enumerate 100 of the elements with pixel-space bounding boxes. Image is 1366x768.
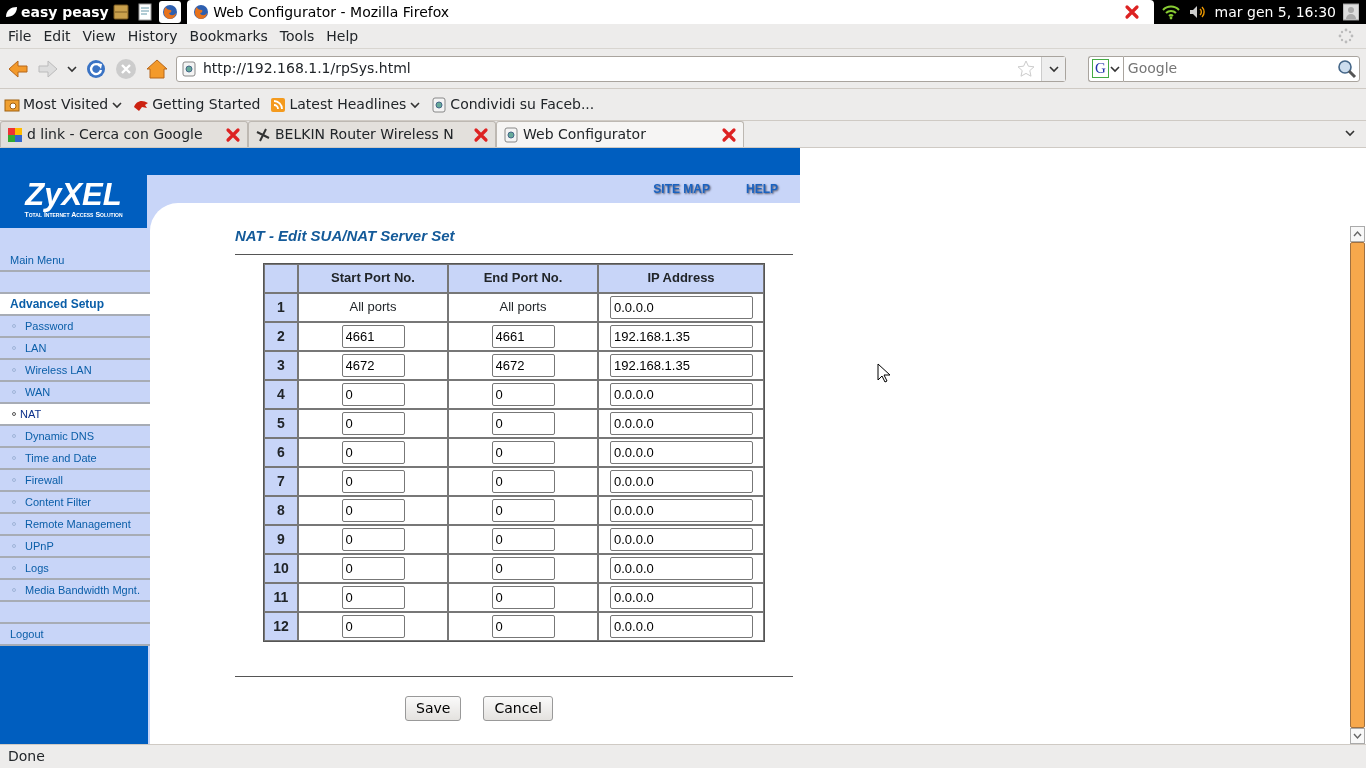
squares-icon xyxy=(7,126,23,143)
menu-item[interactable]: View xyxy=(76,25,122,47)
close-icon[interactable] xyxy=(1123,4,1140,20)
table-cell: All ports xyxy=(448,292,598,322)
panel-menu[interactable]: easy peasy xyxy=(21,1,109,23)
scrollbar-thumb[interactable] xyxy=(1350,242,1365,728)
status-text: Done xyxy=(0,744,1366,768)
input-field[interactable]: 4672 xyxy=(341,353,405,377)
rss-icon xyxy=(270,96,287,113)
browser-launcher-icon[interactable] xyxy=(159,1,182,23)
menu-item[interactable]: Help xyxy=(320,25,365,47)
header-link[interactable]: SITE MAP xyxy=(653,180,710,198)
scroll-up-icon[interactable] xyxy=(1350,226,1365,242)
menu-item[interactable]: History xyxy=(121,25,184,47)
input-field[interactable]: 0.0.0.0 xyxy=(610,527,753,551)
page-icon xyxy=(503,126,519,143)
input-field[interactable]: 0.0.0.0 xyxy=(610,556,753,580)
input-field[interactable]: 0 xyxy=(341,614,405,638)
input-field[interactable]: 0 xyxy=(341,469,405,493)
input-field[interactable]: 0 xyxy=(341,440,405,464)
spinner-icon xyxy=(1338,28,1354,44)
browser-tab[interactable]: BELKIN Router Wireless N xyxy=(248,121,496,147)
page-icon xyxy=(181,60,197,77)
row-number: 11 xyxy=(264,582,298,612)
menu-item[interactable]: Tools xyxy=(273,25,321,47)
menu-item[interactable]: File xyxy=(2,25,38,47)
input-field[interactable]: 4661 xyxy=(491,324,555,348)
column-header: IP Address xyxy=(598,263,764,293)
speaker-icon[interactable] xyxy=(1187,4,1208,20)
input-field[interactable]: 0 xyxy=(341,556,405,580)
close-icon[interactable] xyxy=(721,126,737,143)
row-number: 4 xyxy=(264,379,298,409)
input-field[interactable]: 0 xyxy=(491,498,555,522)
input-field[interactable]: 0 xyxy=(341,527,405,551)
search-engine-selector[interactable]: G xyxy=(1088,55,1123,82)
sidebar-item[interactable]: NAT xyxy=(0,404,150,426)
input-field[interactable]: 0 xyxy=(491,440,555,464)
form-button[interactable]: Cancel xyxy=(483,695,553,721)
input-field[interactable]: 0.0.0.0 xyxy=(610,440,753,464)
input-field[interactable]: 0.0.0.0 xyxy=(610,411,753,435)
user-icon[interactable] xyxy=(1343,3,1359,21)
row-number: 7 xyxy=(264,466,298,496)
column-header: Start Port No. xyxy=(298,263,448,293)
header-cell xyxy=(264,263,298,293)
input-field[interactable]: 0 xyxy=(341,498,405,522)
url-text: http://192.168.1.1/rpSys.html xyxy=(203,59,412,78)
browser-tab[interactable]: d link - Cerca con Google xyxy=(0,121,248,147)
row-number: 8 xyxy=(264,495,298,525)
input-field[interactable]: 0 xyxy=(341,382,405,406)
page-icon xyxy=(431,96,448,113)
input-field[interactable]: 0 xyxy=(491,614,555,638)
form-button[interactable]: Save xyxy=(405,695,462,721)
dropdown-button[interactable] xyxy=(1041,56,1065,81)
input-field[interactable]: 0.0.0.0 xyxy=(610,614,753,638)
wifi-icon[interactable] xyxy=(1160,4,1181,20)
input-field[interactable]: 4672 xyxy=(491,353,555,377)
search-field[interactable]: Google xyxy=(1122,55,1360,82)
row-number: 6 xyxy=(264,437,298,467)
input-field[interactable]: 0 xyxy=(341,585,405,609)
menu-item[interactable]: Bookmarks xyxy=(183,25,274,47)
bookmark-link[interactable]: Latest Headlines xyxy=(270,94,422,115)
document-icon[interactable] xyxy=(137,3,154,21)
row-number: 5 xyxy=(264,408,298,438)
input-field[interactable]: 0 xyxy=(491,527,555,551)
input-field[interactable]: 0 xyxy=(341,411,405,435)
bookmark-link[interactable]: Getting Started xyxy=(133,94,261,115)
input-field[interactable]: 4661 xyxy=(341,324,405,348)
row-number: 10 xyxy=(264,553,298,583)
input-field[interactable]: 0.0.0.0 xyxy=(610,469,753,493)
row-number: 9 xyxy=(264,524,298,554)
input-field[interactable]: 0 xyxy=(491,585,555,609)
bookmark-link[interactable]: Condividi su Faceb... xyxy=(431,94,595,115)
input-field[interactable]: 0 xyxy=(491,411,555,435)
bookmark-link[interactable]: Most Visited xyxy=(4,94,124,115)
input-field[interactable]: 0 xyxy=(491,382,555,406)
input-field[interactable]: 192.168.1.35 xyxy=(610,324,753,348)
input-field[interactable]: 192.168.1.35 xyxy=(610,353,753,377)
window-title: Web Configurator - Mozilla Firefox xyxy=(213,2,451,22)
close-icon[interactable] xyxy=(473,126,489,143)
header-link[interactable]: HELP xyxy=(746,180,778,198)
drawer-icon[interactable] xyxy=(112,3,131,21)
input-field[interactable]: 0.0.0.0 xyxy=(610,585,753,609)
input-field[interactable]: 0.0.0.0 xyxy=(610,295,753,319)
page-title: NAT - Edit SUA/NAT Server Set xyxy=(235,225,793,255)
menu-item[interactable]: Edit xyxy=(37,25,77,47)
logo-text: ZyXEL xyxy=(25,179,122,211)
close-icon[interactable] xyxy=(225,126,241,143)
clock[interactable]: mar gen 5, 16:30 xyxy=(1214,1,1336,23)
star-icon[interactable] xyxy=(1017,59,1035,78)
address-field[interactable]: http://192.168.1.1/rpSys.html xyxy=(176,55,1066,82)
input-field[interactable]: 0 xyxy=(491,469,555,493)
input-field[interactable]: 0 xyxy=(491,556,555,580)
browser-tab[interactable]: Web Configurator xyxy=(496,121,744,147)
scroll-down-icon[interactable] xyxy=(1350,728,1365,744)
search-icon[interactable] xyxy=(1337,58,1357,79)
folder-icon xyxy=(4,96,20,113)
input-field[interactable]: 0.0.0.0 xyxy=(610,498,753,522)
table-cell: All ports xyxy=(298,292,448,322)
sidebar-heading: Advanced Setup xyxy=(0,294,150,316)
input-field[interactable]: 0.0.0.0 xyxy=(610,382,753,406)
